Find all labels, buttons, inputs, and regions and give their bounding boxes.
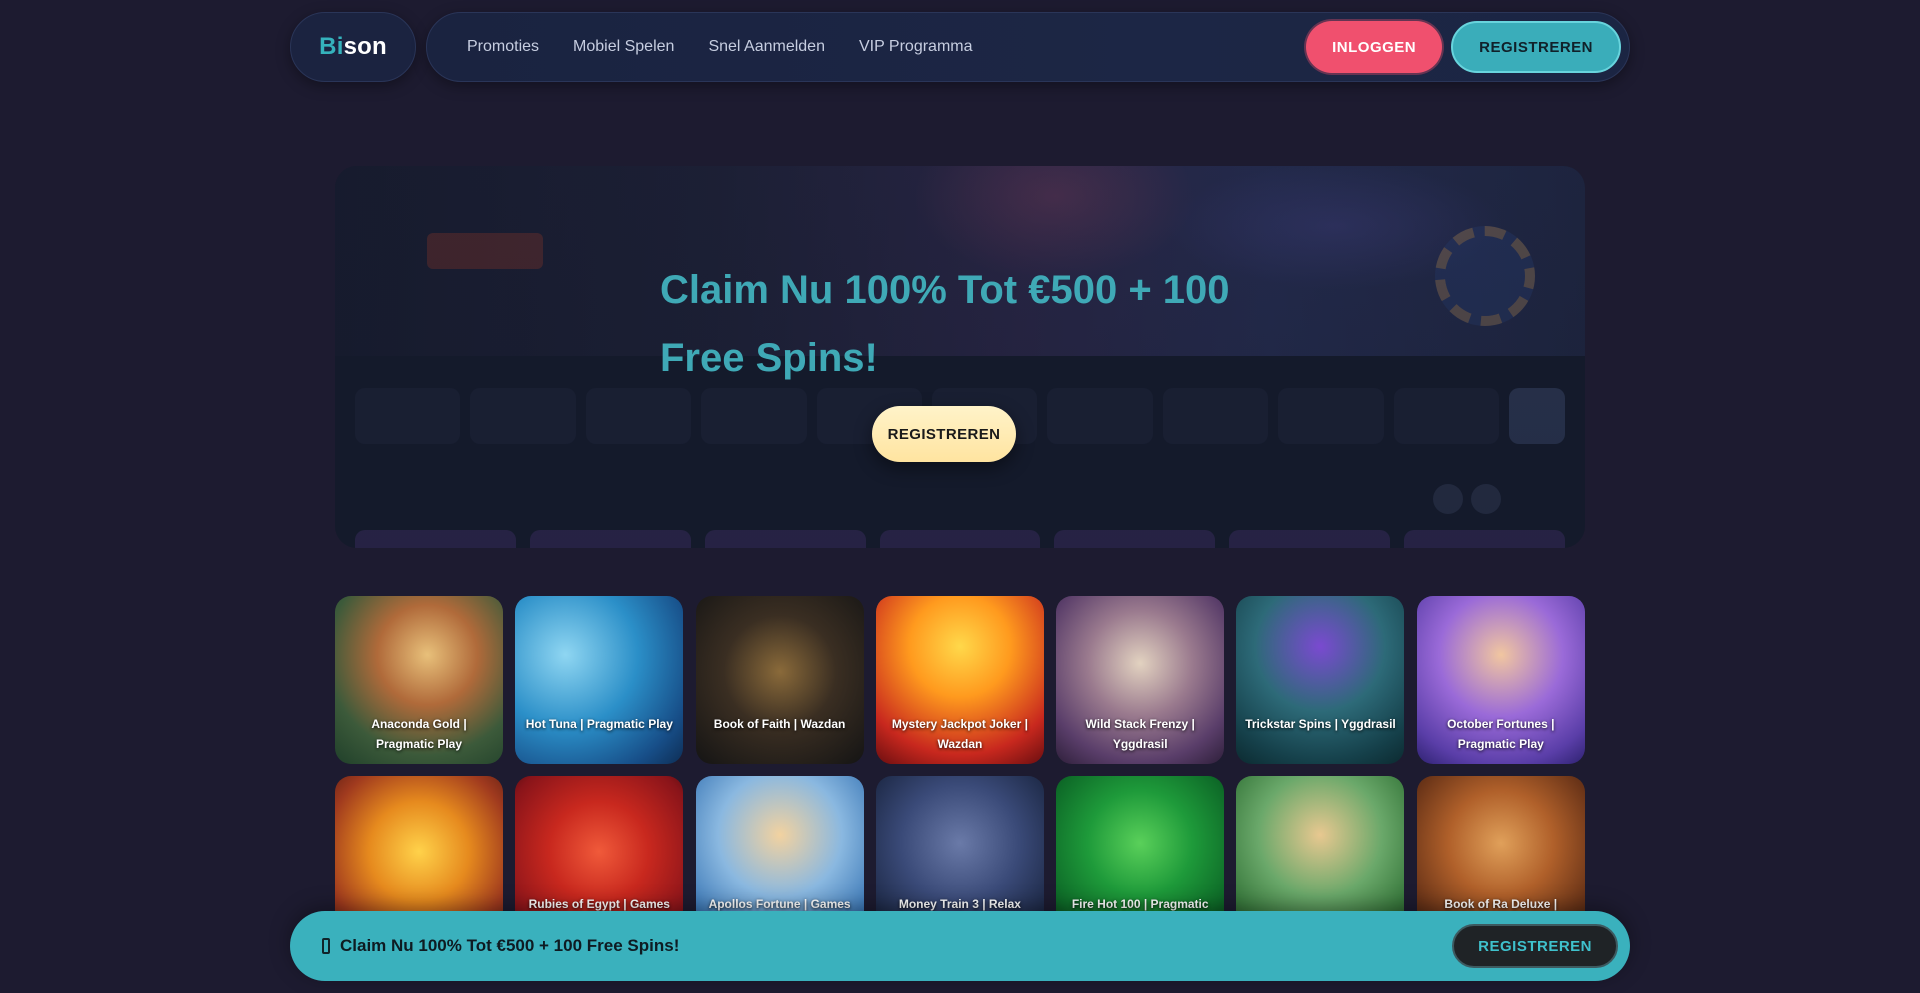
brand-logo[interactable]: Bi son (290, 12, 416, 82)
logo-text-main: son (343, 33, 387, 60)
register-button-bottom[interactable]: REGISTREREN (1452, 924, 1618, 968)
game-tile[interactable]: Anaconda Gold | Pragmatic Play (335, 596, 503, 764)
trickstar-spins-art (1236, 596, 1405, 764)
book-of-faith-art (695, 596, 864, 764)
game-title: Trickstar Spins | Yggdrasil (1245, 717, 1396, 731)
login-button[interactable]: INLOGGEN (1306, 21, 1443, 73)
hero-headline: Claim Nu 100% Tot €500 + 100 Free Spins! (660, 268, 1230, 380)
game-title: Hot Tuna | Pragmatic Play (525, 717, 673, 731)
game-title: Wild Stack Frenzy | Yggdrasil (1085, 717, 1195, 751)
games-grid: Anaconda Gold | Pragmatic Play Hot Tuna … (335, 596, 1585, 944)
hero-banner: Claim Nu 100% Tot €500 + 100 Free Spins!… (335, 166, 1585, 548)
game-title: Mystery Jackpot Joker | Wazdan (891, 717, 1028, 751)
nav-link-promoties[interactable]: Promoties (467, 38, 539, 56)
game-tile[interactable]: Trickstar Spins | Yggdrasil (1236, 596, 1405, 764)
gift-icon (322, 938, 330, 954)
nav-link-snel-aanmelden[interactable]: Snel Aanmelden (708, 38, 825, 56)
main-nav: Promoties Mobiel Spelen Snel Aanmelden V… (426, 12, 1630, 82)
site-header: Bi son Promoties Mobiel Spelen Snel Aanme… (290, 12, 1630, 82)
hero-register-button[interactable]: REGISTREREN (872, 406, 1016, 462)
game-tile[interactable]: Book of Faith | Wazdan (695, 596, 864, 764)
game-tile[interactable]: Wild Stack Frenzy | Yggdrasil (1056, 596, 1225, 764)
game-title: Anaconda Gold | Pragmatic Play (371, 717, 467, 751)
register-button-header[interactable]: REGISTREREN (1451, 21, 1621, 73)
sticky-promo-bar: Claim Nu 100% Tot €500 + 100 Free Spins!… (290, 911, 1630, 981)
game-title: October Fortunes | Pragmatic Play (1447, 717, 1555, 751)
hot-tuna-art (515, 596, 684, 764)
game-tile[interactable]: Hot Tuna | Pragmatic Play (515, 596, 684, 764)
game-title: Book of Faith | Wazdan (713, 717, 846, 731)
nav-link-vip-programma[interactable]: VIP Programma (859, 38, 973, 56)
promo-bar-text: Claim Nu 100% Tot €500 + 100 Free Spins! (340, 936, 680, 955)
nav-links: Promoties Mobiel Spelen Snel Aanmelden V… (467, 38, 1306, 56)
nav-link-mobiel-spelen[interactable]: Mobiel Spelen (573, 38, 674, 56)
logo-text-accent: Bi (319, 33, 344, 60)
game-tile[interactable]: Mystery Jackpot Joker | Wazdan (875, 596, 1044, 764)
game-tile[interactable]: October Fortunes | Pragmatic Play (1416, 596, 1585, 764)
